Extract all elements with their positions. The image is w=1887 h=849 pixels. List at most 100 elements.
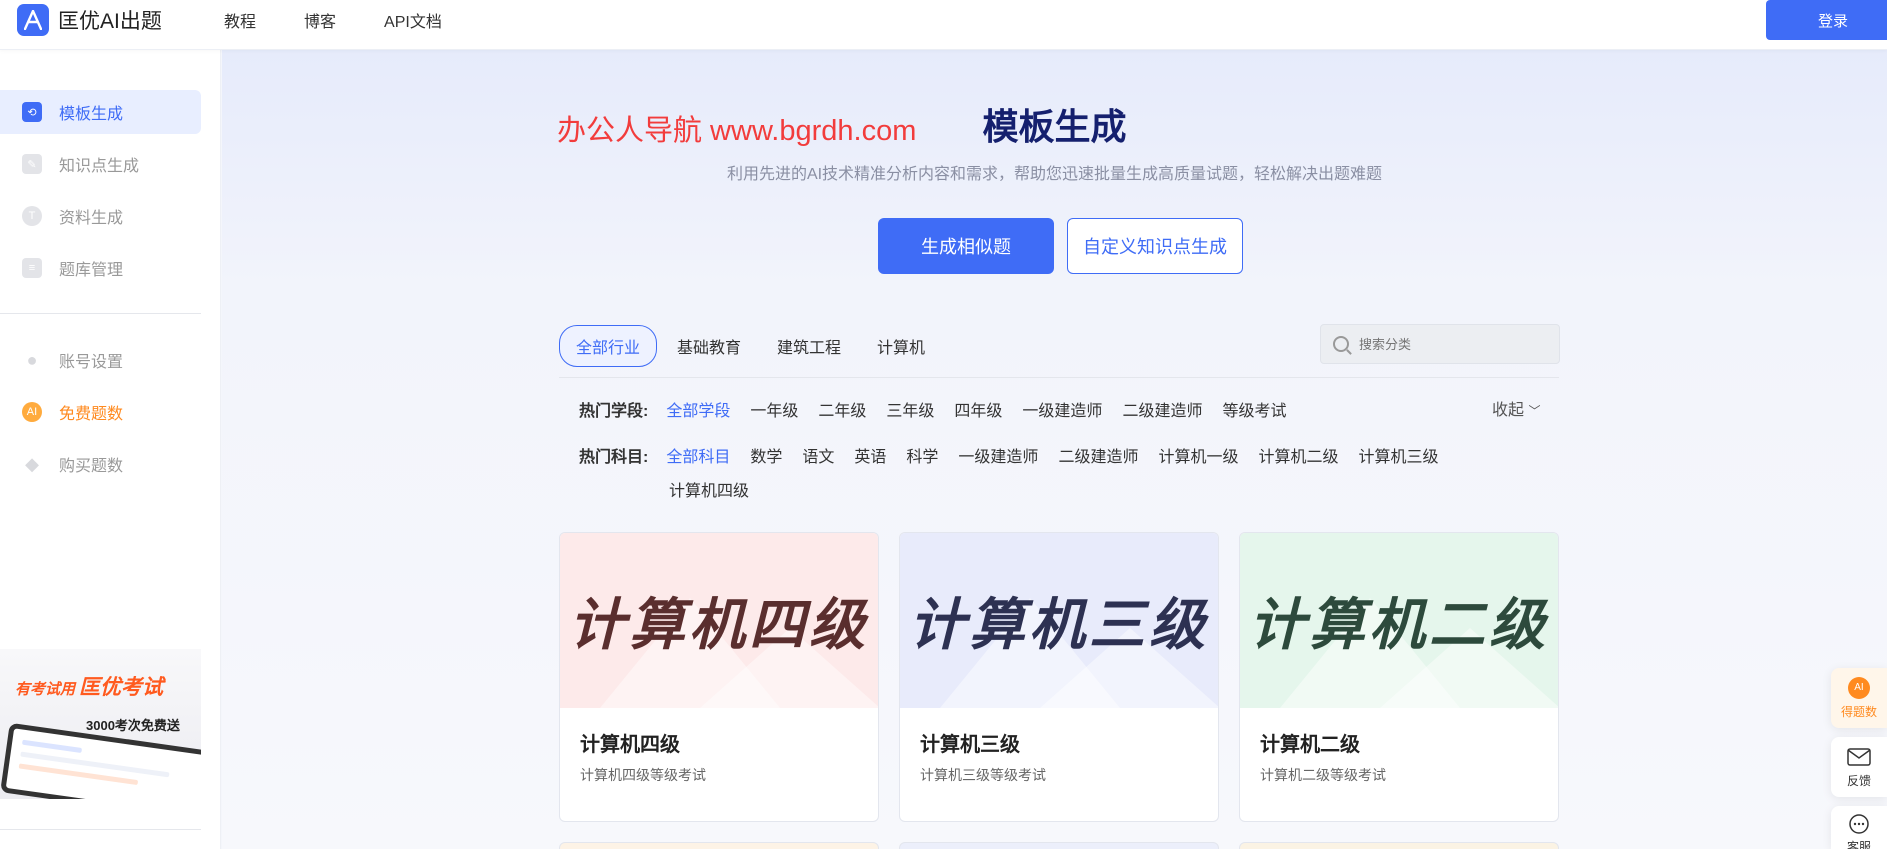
tablet-illustration [0, 722, 201, 799]
chat-icon [1846, 814, 1872, 834]
stage-option[interactable]: 三年级 [886, 397, 934, 421]
nav-api-docs[interactable]: API文档 [384, 8, 442, 32]
stage-option[interactable]: 四年级 [954, 397, 1002, 421]
tab-all-industries[interactable]: 全部行业 [559, 325, 658, 367]
sidebar-item-label: 模板生成 [59, 106, 124, 123]
subject-option[interactable]: 计算机二级 [1258, 443, 1338, 467]
template-icon: ⟲ [22, 102, 42, 122]
card-title: 计算机四级 [580, 734, 680, 756]
tabs-divider [559, 377, 1559, 378]
subject-option[interactable]: 全部科目 [666, 443, 730, 467]
service-label: 客服 [1846, 840, 1871, 849]
main-content: 办公人导航 www.bgrdh.com 模板生成 利用先进的AI技术精准分析内容… [222, 50, 1887, 849]
sidebar-item-label: 知识点生成 [59, 158, 140, 175]
user-icon: ● [26, 349, 38, 370]
logo-icon [17, 4, 49, 36]
sidebar-item-template[interactable]: ⟲ 模板生成 [0, 90, 201, 134]
database-icon: ≡ [22, 258, 42, 278]
sidebar-divider [0, 313, 201, 314]
logo[interactable]: 匡优AI出题 [17, 4, 162, 36]
stage-option[interactable]: 二年级 [818, 397, 866, 421]
top-header: 匡优AI出题 教程 博客 API文档 登录 [0, 0, 1887, 50]
stage-option[interactable]: 二级建造师 [1122, 397, 1202, 421]
template-card[interactable]: 计算机三级 计算机三级 计算机三级等级考试 [899, 532, 1219, 822]
template-card[interactable] [1239, 842, 1559, 849]
page-subtitle: 利用先进的AI技术精准分析内容和需求，帮助您迅速批量生成高质量试题，轻松解决出题… [726, 166, 1383, 183]
subject-option[interactable]: 计算机三级 [1358, 443, 1438, 467]
subject-filter: 热门科目: 全部科目 数学 语文 英语 科学 一级建造师 二级建造师 计算机一级… [579, 443, 1479, 481]
card-title: 计算机三级 [920, 734, 1020, 756]
tab-basic-education[interactable]: 基础教育 [677, 334, 741, 358]
ai-coin-icon: AI [1848, 676, 1870, 699]
ai-coin-icon: AI [22, 402, 42, 422]
subject-option[interactable]: 一级建造师 [958, 443, 1038, 467]
subject-option[interactable]: 科学 [906, 443, 938, 467]
nav-blog[interactable]: 博客 [304, 8, 336, 32]
edit-icon: ✎ [22, 154, 42, 174]
promo-subtitle: 3000考次免费送 [86, 718, 180, 733]
chevron-up-icon: ﹀ [1528, 404, 1541, 418]
page-title: 模板生成 [982, 106, 1127, 147]
subject-label: 热门科目: [579, 449, 649, 466]
card-cover: 计算机四级 [560, 533, 878, 708]
industry-tabs: 全部行业 基础教育 建筑工程 计算机 [559, 325, 961, 367]
subject-option[interactable]: 语文 [802, 443, 834, 467]
card-cover-text: 计算机二级 [1249, 593, 1549, 656]
subject-option[interactable]: 英语 [854, 443, 886, 467]
card-desc: 计算机四级等级考试 [580, 767, 706, 783]
login-button[interactable]: 登录 [1766, 0, 1887, 40]
sidebar-item-material[interactable]: T 资料生成 [0, 194, 201, 238]
sidebar-item-bank[interactable]: ≡ 题库管理 [0, 246, 201, 290]
subject-option[interactable]: 数学 [750, 443, 782, 467]
card-desc: 计算机二级等级考试 [1260, 767, 1386, 783]
search-input[interactable] [1359, 336, 1539, 352]
service-float[interactable]: 客服 [1831, 806, 1887, 849]
card-desc: 计算机三级等级考试 [920, 767, 1046, 783]
sidebar-item-free-quota[interactable]: AI 免费题数 [0, 390, 201, 434]
subject-filter-wrap: 计算机四级 [669, 477, 1569, 515]
get-quota-label: 得题数 [1840, 704, 1877, 719]
template-card[interactable] [899, 842, 1219, 849]
category-search [1320, 324, 1560, 364]
stage-option[interactable]: 一级建造师 [1022, 397, 1102, 421]
stage-option[interactable]: 等级考试 [1222, 397, 1286, 421]
custom-knowledge-button[interactable]: 自定义知识点生成 [1067, 218, 1243, 274]
sidebar-item-label: 免费题数 [59, 406, 124, 423]
search-icon [1333, 336, 1349, 352]
sidebar-item-knowledge[interactable]: ✎ 知识点生成 [0, 142, 201, 186]
sidebar-item-label: 资料生成 [59, 210, 124, 227]
template-card[interactable] [559, 842, 879, 849]
subject-option[interactable]: 二级建造师 [1058, 443, 1138, 467]
subject-option[interactable]: 计算机四级 [669, 477, 749, 501]
sidebar-item-label: 账号设置 [59, 354, 124, 371]
stage-option[interactable]: 全部学段 [666, 397, 730, 421]
feedback-float[interactable]: 反馈 [1831, 737, 1887, 797]
promo-banner[interactable]: 有考试用 匡优考试 3000考次免费送 [0, 649, 201, 799]
template-card[interactable]: 计算机二级 计算机二级 计算机二级等级考试 [1239, 532, 1559, 822]
feedback-label: 反馈 [1846, 773, 1871, 788]
sidebar-item-buy-quota[interactable]: ◆ 购买题数 [0, 442, 201, 486]
card-cover-text: 计算机四级 [569, 593, 869, 656]
template-card[interactable]: 计算机四级 计算机四级 计算机四级等级考试 [559, 532, 879, 822]
card-title: 计算机二级 [1260, 734, 1360, 756]
collapse-toggle[interactable]: 收起 ﹀ [1492, 396, 1540, 420]
generate-similar-button[interactable]: 生成相似题 [878, 218, 1054, 274]
tab-construction[interactable]: 建筑工程 [777, 334, 841, 358]
promo-brand: 匡优考试 [79, 676, 164, 699]
diamond-icon: ◆ [25, 453, 39, 474]
sidebar-item-label: 题库管理 [59, 262, 124, 279]
nav-tutorial[interactable]: 教程 [224, 8, 256, 32]
subject-option[interactable]: 计算机一级 [1158, 443, 1238, 467]
top-nav: 教程 博客 API文档 [224, 8, 490, 32]
promo-title: 有考试用 匡优考试 [15, 671, 163, 701]
get-quota-float[interactable]: AI 得题数 [1831, 668, 1887, 728]
tab-computer[interactable]: 计算机 [877, 334, 925, 358]
text-icon: T [22, 206, 42, 226]
sidebar-divider [0, 829, 201, 830]
sidebar-item-account[interactable]: ● 账号设置 [0, 338, 201, 382]
promo-prefix: 有考试用 [15, 681, 76, 698]
card-cover-text: 计算机三级 [909, 593, 1209, 656]
card-cover: 计算机三级 [900, 533, 1218, 708]
card-cover: 计算机二级 [1240, 533, 1558, 708]
stage-option[interactable]: 一年级 [750, 397, 798, 421]
